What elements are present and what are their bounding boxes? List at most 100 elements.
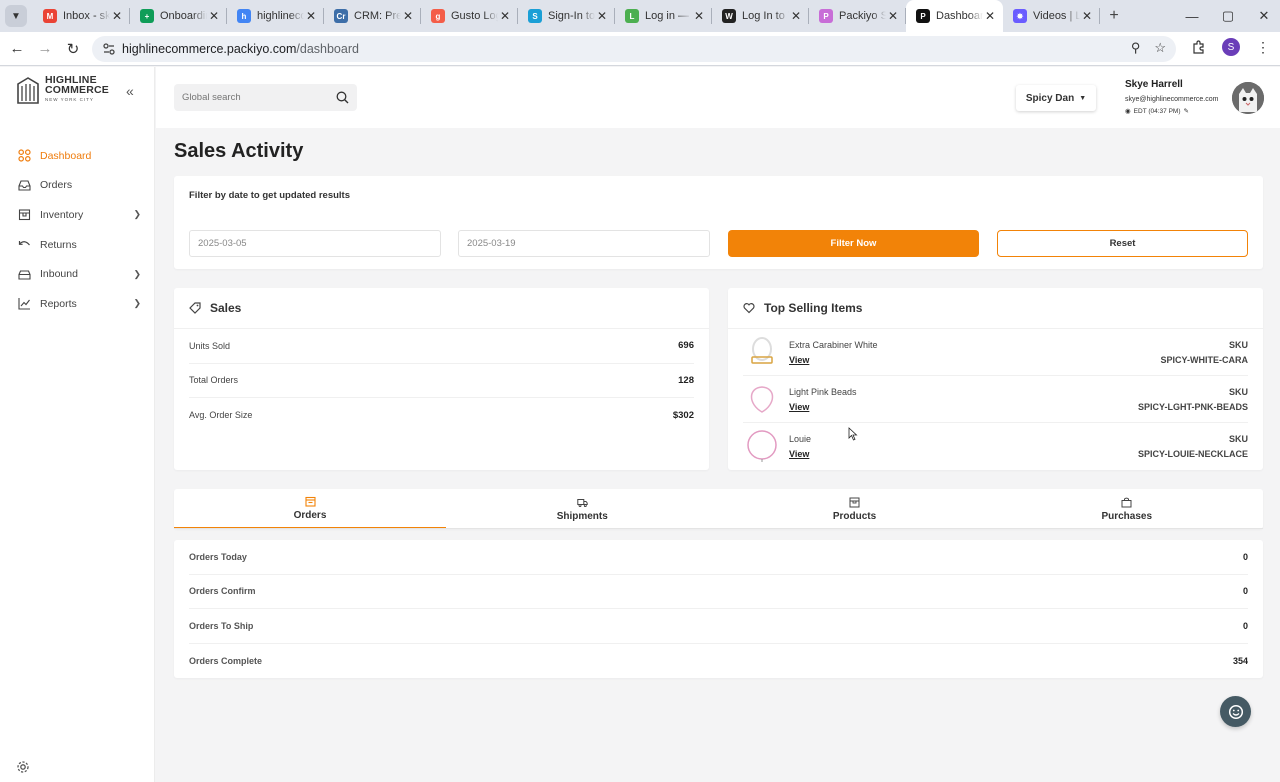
close-icon[interactable]: ✕ [498,9,512,23]
tab-products[interactable]: Products [719,489,991,529]
sidebar-item-returns[interactable]: Returns [0,230,155,260]
sku-value: SPICY-WHITE-CARA [1160,355,1249,365]
tab-orders[interactable]: Orders [174,489,446,529]
product-image [747,429,777,462]
tab-favicon-icon: L [625,9,639,23]
sku-label: SKU [1228,340,1248,350]
sidebar-item-orders[interactable]: Orders [0,171,155,201]
tab-title: Onboarding [160,10,207,22]
tab-favicon-icon: M [43,9,57,23]
browser-tab[interactable]: L Log in — ✕ [615,0,712,32]
sidebar-nav: Dashboard Orders Inventory ❯ Returns Inbound ❯… [0,141,155,319]
new-tab-button[interactable]: + [1100,7,1128,25]
close-icon[interactable]: ✕ [789,9,803,23]
reload-button[interactable]: ↻ [59,40,87,58]
tab-shipments[interactable]: Shipments [446,489,718,529]
filter-now-button[interactable]: Filter Now [728,230,979,257]
close-icon[interactable]: ✕ [304,9,318,23]
stat-label: Total Orders [189,375,239,386]
sidebar-item-dashboard[interactable]: Dashboard [0,141,155,171]
tab-purchases[interactable]: Purchases [991,489,1263,529]
item-name: Extra Carabiner White [789,340,878,350]
stat-label: Avg. Order Size [189,410,253,421]
smiley-icon [1228,704,1243,719]
close-window-button[interactable]: ✕ [1244,0,1280,32]
stat-label: Units Sold [189,340,231,351]
close-icon[interactable]: ✕ [595,9,609,23]
close-icon[interactable]: ✕ [886,9,900,23]
sidebar-item-inventory[interactable]: Inventory ❯ [0,200,155,230]
cat-avatar-icon [1232,82,1264,114]
browser-tab[interactable]: S Sign-In to ✕ [518,0,615,32]
url-path: /dashboard [296,42,359,56]
back-button[interactable]: ← [3,40,31,57]
forward-button[interactable]: → [31,40,59,57]
sales-stat-row: Units Sold 696 [189,329,694,364]
url-host: highlinecommerce.packiyo.com [122,42,297,56]
tab-title: Dashboard [936,10,983,22]
inbound-icon [17,267,31,281]
reset-button[interactable]: Reset [997,230,1248,257]
zoom-icon[interactable]: ⚲ [1131,40,1141,56]
sales-card: Sales Units Sold 696 Total Orders 128 Avg. O… [174,288,709,470]
browser-tab[interactable]: M Inbox - skye✕ [33,0,130,32]
bookmark-star-icon[interactable]: ☆ [1154,40,1166,56]
close-icon[interactable]: ✕ [692,9,706,23]
caret-down-icon: ▼ [1079,94,1087,102]
tab-search-button[interactable]: ▼ [5,5,27,27]
user-timezone: ◉ EDT (04:37 PM) ✎ [1125,107,1218,116]
sidebar-item-inbound[interactable]: Inbound ❯ [0,259,155,289]
edit-pencil-icon[interactable]: ✎ [1184,107,1189,115]
account-switcher-button[interactable]: Spicy Dan ▼ [1016,85,1096,111]
stat-value: 696 [678,340,694,352]
close-icon[interactable]: ✕ [983,9,997,23]
chevron-right-icon: ❯ [133,298,141,309]
browser-tab[interactable]: ✸ Videos | Lo✕ [1003,0,1100,32]
sku-label: SKU [1228,433,1248,444]
stat-value: 128 [678,374,694,386]
tab-title: CRM: Pre [354,10,401,22]
chevron-right-icon: ❯ [133,268,141,279]
sidebar-item-reports[interactable]: Reports ❯ [0,289,155,319]
site-info-icon[interactable] [102,42,116,56]
account-label: Spicy Dan [1025,92,1075,104]
collapse-sidebar-icon[interactable]: « [126,83,134,99]
browser-tab[interactable]: + Onboarding✕ [130,0,227,32]
end-date-input[interactable] [458,230,710,257]
tab-title: Gusto Login [451,10,498,22]
close-icon[interactable]: ✕ [401,9,415,23]
view-item-link[interactable]: View [789,355,809,365]
top-selling-card: Top Selling Items Extra Carabiner White V… [728,288,1263,470]
view-item-link[interactable]: View [789,402,809,412]
start-date-input[interactable] [189,230,441,257]
view-item-link[interactable]: View [789,449,809,459]
profile-avatar[interactable]: S [1222,38,1240,56]
dashboard-icon [17,149,31,163]
close-icon[interactable]: ✕ [110,9,124,23]
sales-card-header: Sales [174,288,709,329]
order-stat-label: Orders Confirm [189,586,256,597]
avatar[interactable] [1232,82,1264,114]
url-field[interactable]: highlinecommerce.packiyo.com/dashboard ⚲… [92,36,1176,62]
maximize-button[interactable]: ▢ [1208,0,1248,32]
global-search [174,84,357,111]
close-icon[interactable]: ✕ [1080,9,1094,23]
company-logo[interactable]: HIGHLINE COMMERCE NEW YORK CITY [15,75,109,105]
orders-stats-card: Orders Today 0 Orders Confirm 0 Orders To Sh… [174,540,1263,678]
shopping-bag-icon [1121,497,1132,507]
browser-tab[interactable]: P Dashboard✕ [906,0,1003,32]
global-search-input[interactable] [182,92,336,103]
browser-tab[interactable]: W Log In to Y✕ [712,0,809,32]
browser-tab[interactable]: g Gusto Login✕ [421,0,518,32]
search-icon[interactable] [336,91,349,104]
gear-icon[interactable] [16,760,30,774]
browser-tab[interactable]: Cr CRM: Pre ✕ [324,0,421,32]
browser-menu-icon[interactable]: ⋮ [1256,39,1270,56]
minimize-button[interactable]: — [1172,0,1212,32]
browser-tab[interactable]: h highlinecommerce✕ [227,0,324,32]
browser-tab[interactable]: P Packiyo Su✕ [809,0,906,32]
order-stat-value: 0 [1242,586,1248,597]
support-chat-button[interactable] [1220,696,1251,727]
close-icon[interactable]: ✕ [207,9,221,23]
extensions-icon[interactable] [1192,40,1206,54]
